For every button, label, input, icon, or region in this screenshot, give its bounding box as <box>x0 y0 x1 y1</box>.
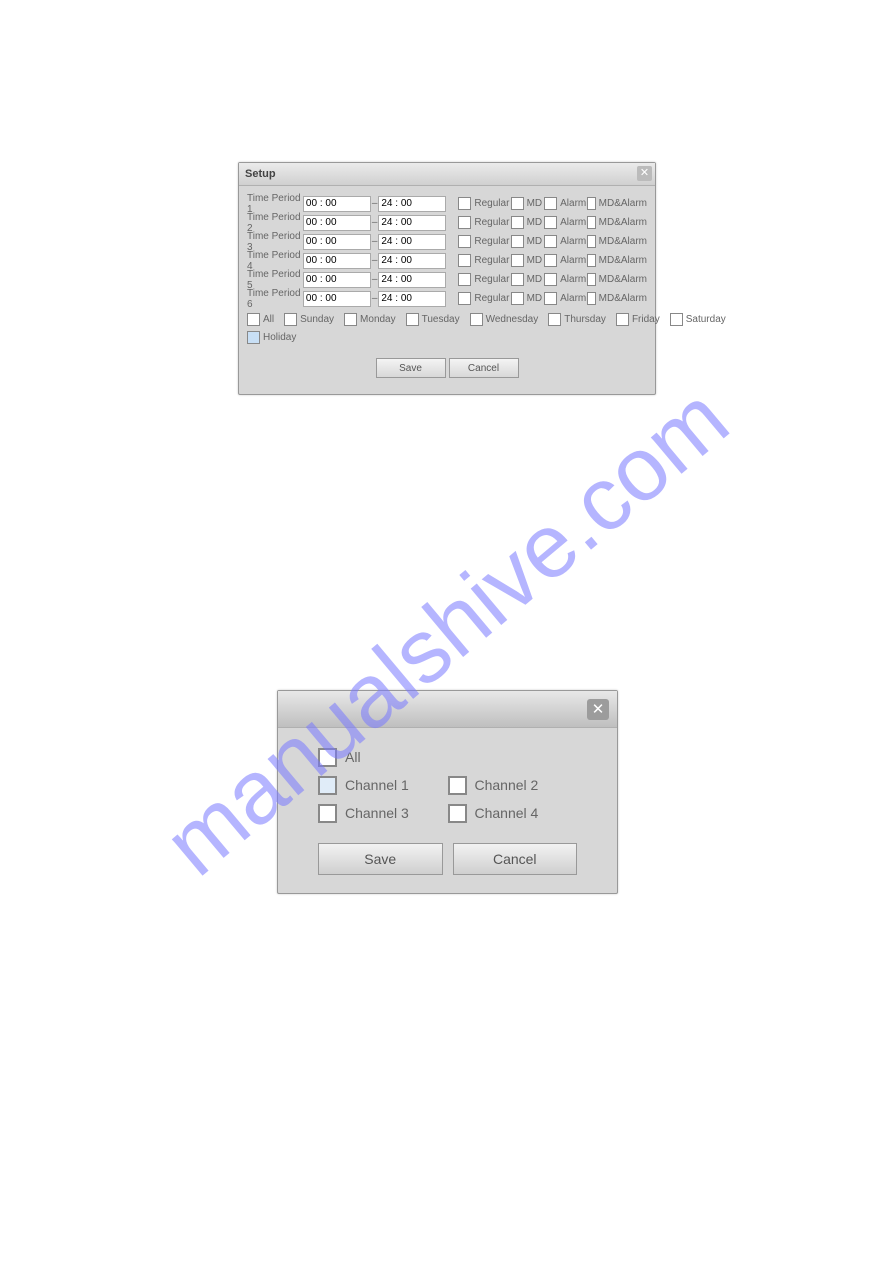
time-period-label: Time Period 6 <box>247 288 303 310</box>
alarm-checkbox[interactable] <box>544 197 557 210</box>
setup-dialog: Setup ✕ Time Period 1 – Regular MD Alarm… <box>238 162 656 395</box>
setup-titlebar: Setup ✕ <box>239 163 655 186</box>
cancel-button[interactable]: Cancel <box>453 843 578 875</box>
time-period-row: Time Period 5 – Regular MD Alarm MD&Alar… <box>247 270 647 289</box>
time-period-row: Time Period 6 – Regular MD Alarm MD&Alar… <box>247 289 647 308</box>
time-end-input[interactable] <box>378 196 446 212</box>
dash: – <box>371 217 378 228</box>
time-start-input[interactable] <box>303 272 371 288</box>
mdalarm-checkbox[interactable] <box>587 216 596 229</box>
time-period-row: Time Period 2 – Regular MD Alarm MD&Alar… <box>247 213 647 232</box>
channel-label: Channel 3 <box>345 805 409 821</box>
dash: – <box>371 274 378 285</box>
alarm-checkbox[interactable] <box>544 254 557 267</box>
dash: – <box>371 293 378 304</box>
time-period-row: Time Period 4 – Regular MD Alarm MD&Alar… <box>247 251 647 270</box>
tuesday-checkbox[interactable] <box>406 313 419 326</box>
time-period-row: Time Period 3 – Regular MD Alarm MD&Alar… <box>247 232 647 251</box>
time-start-input[interactable] <box>303 291 371 307</box>
md-checkbox[interactable] <box>511 235 524 248</box>
holiday-checkbox[interactable] <box>247 331 260 344</box>
md-checkbox[interactable] <box>511 254 524 267</box>
time-end-input[interactable] <box>378 253 446 269</box>
alarm-checkbox[interactable] <box>544 235 557 248</box>
days-row: All Sunday Monday Tuesday Wednesday Thur… <box>247 310 647 328</box>
dash: – <box>371 198 378 209</box>
channel1-checkbox[interactable] <box>318 776 337 795</box>
close-icon[interactable]: ✕ <box>587 699 609 720</box>
md-label: MD <box>527 198 543 209</box>
md-checkbox[interactable] <box>511 197 524 210</box>
saturday-checkbox[interactable] <box>670 313 683 326</box>
mdalarm-checkbox[interactable] <box>587 254 596 267</box>
all-label: All <box>263 314 274 325</box>
alarm-checkbox[interactable] <box>544 216 557 229</box>
all-label: All <box>345 749 361 765</box>
channel-label: Channel 1 <box>345 777 409 793</box>
holiday-label: Holiday <box>263 332 296 343</box>
channel2-checkbox[interactable] <box>448 776 467 795</box>
sunday-checkbox[interactable] <box>284 313 297 326</box>
regular-checkbox[interactable] <box>458 273 471 286</box>
channel4-checkbox[interactable] <box>448 804 467 823</box>
dash: – <box>371 255 378 266</box>
setup-title: Setup <box>245 168 276 180</box>
regular-checkbox[interactable] <box>458 216 471 229</box>
cancel-button[interactable]: Cancel <box>449 358 519 378</box>
dash: – <box>371 236 378 247</box>
all-checkbox[interactable] <box>247 313 260 326</box>
all-checkbox[interactable] <box>318 748 337 767</box>
save-button[interactable]: Save <box>376 358 446 378</box>
channel-label: Channel 2 <box>475 777 539 793</box>
mdalarm-label: MD&Alarm <box>599 198 647 209</box>
channel-dialog: ✕ All Channel 1 Channel 2 Channel 3 Chan… <box>277 690 618 894</box>
regular-checkbox[interactable] <box>458 254 471 267</box>
alarm-label: Alarm <box>560 198 586 209</box>
monday-checkbox[interactable] <box>344 313 357 326</box>
time-end-input[interactable] <box>378 234 446 250</box>
save-button[interactable]: Save <box>318 843 443 875</box>
alarm-checkbox[interactable] <box>544 292 557 305</box>
time-end-input[interactable] <box>378 272 446 288</box>
time-start-input[interactable] <box>303 215 371 231</box>
md-checkbox[interactable] <box>511 273 524 286</box>
regular-label: Regular <box>474 198 509 209</box>
time-end-input[interactable] <box>378 215 446 231</box>
regular-checkbox[interactable] <box>458 235 471 248</box>
mdalarm-checkbox[interactable] <box>587 235 596 248</box>
regular-checkbox[interactable] <box>458 292 471 305</box>
alarm-checkbox[interactable] <box>544 273 557 286</box>
time-start-input[interactable] <box>303 253 371 269</box>
regular-checkbox[interactable] <box>458 197 471 210</box>
md-checkbox[interactable] <box>511 216 524 229</box>
mdalarm-checkbox[interactable] <box>587 197 596 210</box>
time-period-row: Time Period 1 – Regular MD Alarm MD&Alar… <box>247 194 647 213</box>
mdalarm-checkbox[interactable] <box>587 292 596 305</box>
md-checkbox[interactable] <box>511 292 524 305</box>
channel-label: Channel 4 <box>475 805 539 821</box>
close-icon[interactable]: ✕ <box>637 166 652 181</box>
mdalarm-checkbox[interactable] <box>587 273 596 286</box>
holiday-row: Holiday <box>247 328 647 346</box>
time-start-input[interactable] <box>303 234 371 250</box>
friday-checkbox[interactable] <box>616 313 629 326</box>
wednesday-checkbox[interactable] <box>470 313 483 326</box>
time-end-input[interactable] <box>378 291 446 307</box>
time-start-input[interactable] <box>303 196 371 212</box>
channel-titlebar: ✕ <box>278 691 617 728</box>
channel3-checkbox[interactable] <box>318 804 337 823</box>
thursday-checkbox[interactable] <box>548 313 561 326</box>
